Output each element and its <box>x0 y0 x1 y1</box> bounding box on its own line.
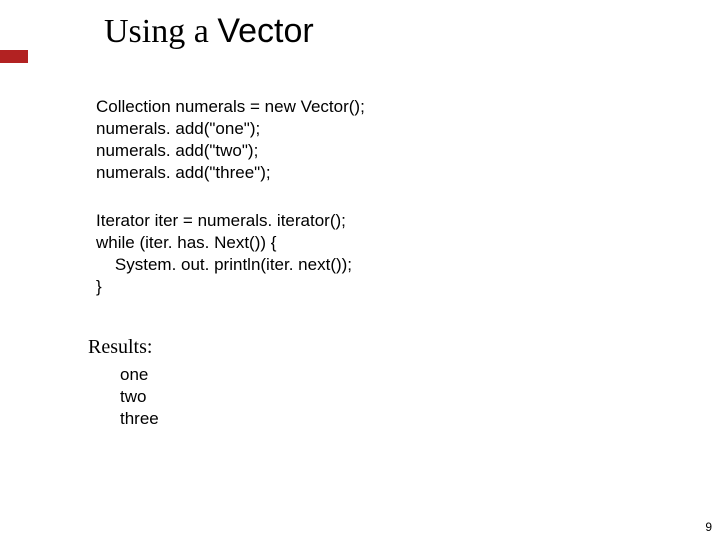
slide-title: Using a Vector <box>104 12 314 51</box>
accent-bar <box>0 50 28 63</box>
code-block-init: Collection numerals = new Vector(); nume… <box>96 96 365 184</box>
code-block-loop: Iterator iter = numerals. iterator(); wh… <box>96 210 352 298</box>
results-label: Results: <box>88 336 152 359</box>
slide: Using a Vector Collection numerals = new… <box>0 0 720 540</box>
title-code: Vector <box>217 12 313 50</box>
results-output: one two three <box>120 364 159 430</box>
page-number: 9 <box>705 520 712 534</box>
title-prefix: Using a <box>104 13 217 50</box>
